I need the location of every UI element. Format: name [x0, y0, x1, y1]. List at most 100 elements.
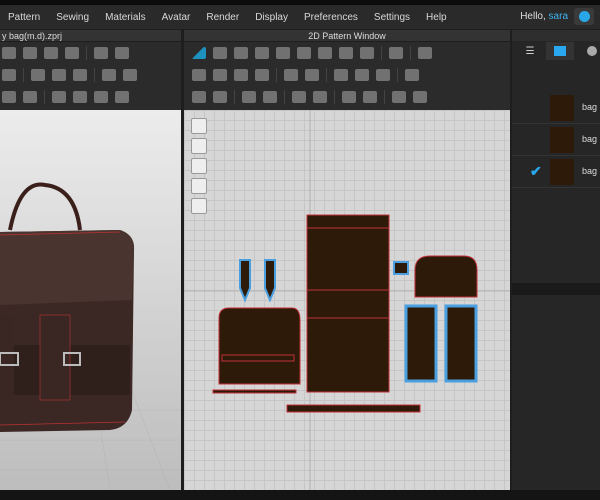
menu-display[interactable]: Display — [247, 12, 296, 23]
tool-icon[interactable] — [115, 47, 129, 59]
tool-icon[interactable] — [360, 47, 374, 59]
tool-icon[interactable] — [2, 47, 16, 59]
tool-icon[interactable] — [418, 47, 432, 59]
tool-icon[interactable] — [192, 91, 206, 103]
tool-icon[interactable] — [405, 69, 419, 81]
text-icon[interactable] — [263, 91, 277, 103]
status-bar — [0, 490, 600, 500]
brush-icon[interactable] — [191, 118, 207, 134]
tool-icon[interactable] — [234, 69, 248, 81]
tab-list[interactable]: ☰ — [516, 42, 544, 60]
menu-pattern[interactable]: Pattern — [0, 12, 48, 23]
menu-sewing[interactable]: Sewing — [48, 12, 97, 23]
list-icon: ☰ — [525, 45, 535, 57]
fabric-list-item[interactable]: bag — [512, 92, 600, 124]
iron-icon[interactable] — [284, 69, 298, 81]
greeting-text: Hello, — [520, 11, 546, 22]
tool-icon[interactable] — [2, 91, 16, 103]
2d-pattern-canvas[interactable] — [184, 110, 510, 490]
text-icon[interactable] — [242, 91, 256, 103]
fabric-list-item[interactable]: ✔ bag — [512, 156, 600, 188]
tool-icon[interactable] — [191, 138, 207, 154]
toolbar-row — [192, 66, 419, 84]
fabric-icon[interactable] — [191, 178, 207, 194]
pattern-piece-base — [286, 404, 421, 413]
pattern-pieces — [184, 110, 510, 490]
fabric-swatch — [550, 95, 574, 121]
tool-icon[interactable] — [23, 47, 37, 59]
button-icon — [587, 46, 597, 56]
pattern-piece-front — [218, 307, 301, 385]
fabric-icon — [554, 46, 566, 56]
cloud-button[interactable] — [574, 8, 594, 25]
transform-pattern-icon[interactable] — [192, 47, 206, 59]
fabric-name: bag — [582, 166, 598, 176]
fabric-name: bag — [582, 134, 598, 144]
tool-icon[interactable] — [363, 91, 377, 103]
tool-icon[interactable] — [334, 69, 348, 81]
info-icon[interactable] — [191, 158, 207, 174]
tool-icon[interactable] — [292, 91, 306, 103]
tool-icon[interactable] — [213, 47, 227, 59]
avatar-icon[interactable] — [115, 91, 129, 103]
toolbar-2d — [184, 42, 510, 110]
avatar-icon[interactable] — [191, 198, 207, 214]
fabric-swatch — [550, 127, 574, 153]
sewing-icon[interactable] — [192, 69, 206, 81]
fabric-list-item[interactable]: bag — [512, 124, 600, 156]
tool-icon[interactable] — [52, 69, 66, 81]
polygon-icon[interactable] — [255, 47, 269, 59]
tool-icon[interactable] — [355, 69, 369, 81]
menu-materials[interactable]: Materials — [97, 12, 154, 23]
panel-header — [512, 30, 600, 41]
user-name[interactable]: sara — [549, 11, 568, 22]
tool-icon[interactable] — [339, 47, 353, 59]
rectangle-icon[interactable] — [276, 47, 290, 59]
tool-icon[interactable] — [255, 69, 269, 81]
toolbar-row — [192, 44, 432, 62]
tool-icon[interactable] — [23, 91, 37, 103]
tool-icon[interactable] — [44, 47, 58, 59]
tool-icon[interactable] — [102, 69, 116, 81]
needle-icon[interactable] — [94, 47, 108, 59]
menu-settings[interactable]: Settings — [366, 12, 418, 23]
tool-icon[interactable] — [376, 69, 390, 81]
tool-icon[interactable] — [389, 47, 403, 59]
tool-icon[interactable] — [65, 47, 79, 59]
tool-icon[interactable] — [297, 47, 311, 59]
tool-icon[interactable] — [313, 91, 327, 103]
tool-icon[interactable] — [52, 91, 66, 103]
3d-viewport[interactable] — [0, 110, 181, 491]
tool-icon[interactable] — [342, 91, 356, 103]
menu-bar: Pattern Sewing Materials Avatar Render D… — [0, 5, 600, 29]
tab-button[interactable] — [578, 42, 600, 60]
tool-icon[interactable] — [213, 69, 227, 81]
object-browser: ☰ bag bag ✔ bag — [512, 30, 600, 490]
tool-icon[interactable] — [213, 91, 227, 103]
fabric-swatch — [550, 159, 574, 185]
menu-preferences[interactable]: Preferences — [296, 12, 366, 23]
tool-icon[interactable] — [392, 91, 406, 103]
toolbar-3d — [0, 42, 181, 110]
toolbar-row — [2, 44, 129, 62]
pattern-header: 2D Pattern Window — [184, 30, 510, 41]
tool-icon[interactable] — [318, 47, 332, 59]
project-title: y bag(m.d).zprj — [2, 30, 63, 41]
tool-icon[interactable] — [123, 69, 137, 81]
pattern-window-title: 2D Pattern Window — [308, 30, 386, 41]
tool-icon[interactable] — [2, 69, 16, 81]
fabric-name: bag — [582, 102, 598, 112]
menu-help[interactable]: Help — [418, 12, 455, 23]
toolbar-row — [2, 66, 137, 84]
avatar-icon[interactable] — [413, 91, 427, 103]
tool-icon[interactable] — [234, 47, 248, 59]
tool-icon[interactable] — [31, 69, 45, 81]
tab-fabric[interactable] — [546, 42, 574, 60]
tool-icon[interactable] — [73, 69, 87, 81]
tool-icon[interactable] — [73, 91, 87, 103]
tool-icon[interactable] — [94, 91, 108, 103]
menu-avatar[interactable]: Avatar — [154, 12, 199, 23]
menu-render[interactable]: Render — [198, 12, 247, 23]
pattern-side-toolbar — [191, 118, 209, 214]
tool-icon[interactable] — [305, 69, 319, 81]
